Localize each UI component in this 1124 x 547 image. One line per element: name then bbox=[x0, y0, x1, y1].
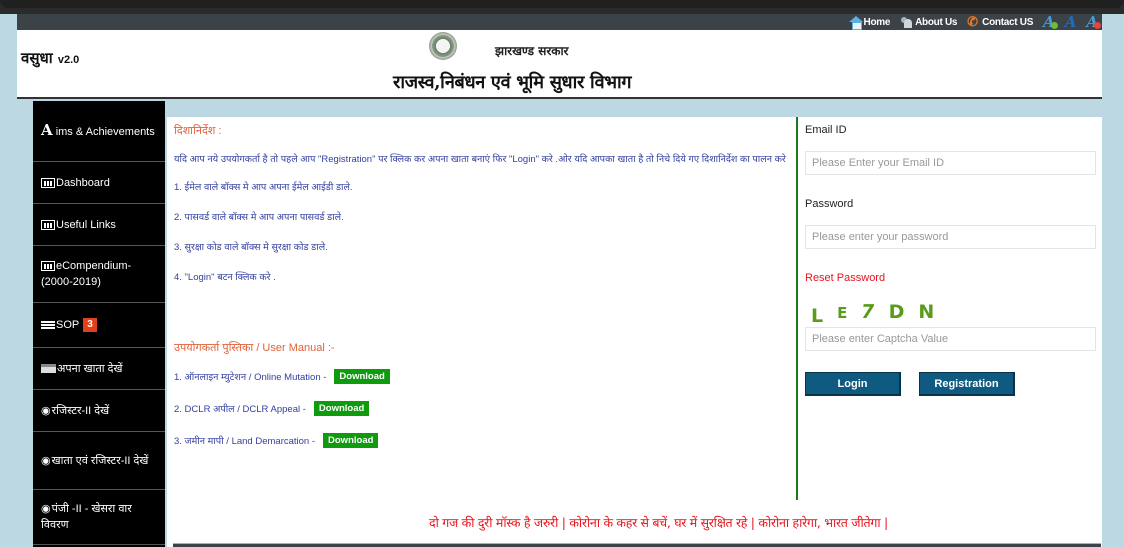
captcha-char: E bbox=[837, 304, 862, 322]
download-online-mutation-button[interactable]: Download bbox=[334, 369, 390, 384]
manual-label: 2. DCLR अपील / DCLR Appeal - bbox=[174, 404, 306, 415]
nav-home-link[interactable]: Home bbox=[848, 16, 891, 30]
manual-label: 1. ऑनलाइन म्युटेशन / Online Mutation - bbox=[174, 372, 327, 383]
password-label: Password bbox=[805, 198, 854, 210]
nav-about-label: About Us bbox=[915, 16, 958, 28]
sidebar-account-register-text: खाता एवं रजिस्टर-II देखें bbox=[51, 454, 149, 467]
browser-tab-strip bbox=[0, 0, 1124, 8]
download-dclr-appeal-button[interactable]: Download bbox=[313, 401, 370, 416]
sidebar-item-label: अपना खाता देखें bbox=[57, 362, 123, 375]
nav-home-label: Home bbox=[863, 16, 891, 28]
list-icon bbox=[41, 320, 55, 330]
font-normal-icon: A bbox=[1064, 13, 1077, 31]
nav-contact-label: Contact US bbox=[982, 16, 1034, 28]
sidebar-item-ecompendium[interactable]: eCompendium-(2000-2019) bbox=[33, 246, 165, 303]
instructions-heading: दिशानिर्देश : bbox=[174, 125, 222, 137]
font-decrease-button[interactable]: A bbox=[1086, 15, 1101, 30]
sidebar-item-label: ◉पंजी -II - खेसरा वार विवरण bbox=[41, 501, 157, 533]
instruction-step: 1. ईमेल वाले बॉक्स मे आप अपना ईमेल आईडी … bbox=[174, 182, 353, 193]
reset-password-link[interactable]: Reset Password bbox=[805, 272, 885, 284]
sidebar-item-label: eCompendium-(2000-2019) bbox=[41, 258, 157, 290]
sidebar-item-label: रजिस्टर-II देखें bbox=[51, 404, 110, 417]
login-button[interactable]: Login bbox=[805, 372, 901, 396]
chart-icon bbox=[41, 219, 55, 230]
sidebar-item-label: ◉खाता एवं रजिस्टर-II देखें bbox=[41, 453, 148, 469]
eye-icon: ◉ bbox=[41, 503, 51, 515]
instruction-step: 2. पासवर्ड वाले बॉक्स मे आप अपना पासवर्ड… bbox=[174, 212, 344, 223]
captcha-char: N bbox=[918, 301, 949, 323]
top-nav-bar: Home About Us ✆ Contact US A A A bbox=[17, 14, 1102, 30]
nav-about-link[interactable]: About Us bbox=[900, 16, 957, 28]
sidebar-item-label: Dashboard bbox=[56, 176, 110, 189]
department-title: राजस्व,निबंधन एवं भूमि सुधार विभाग bbox=[393, 72, 632, 93]
footer-bar bbox=[173, 543, 1101, 547]
registration-button[interactable]: Registration bbox=[919, 372, 1015, 396]
letter-a-icon: A bbox=[41, 121, 53, 139]
captcha-char: 7 bbox=[859, 301, 891, 323]
sidebar-item-dashboard[interactable]: Dashboard bbox=[33, 162, 165, 204]
manual-item-land-demarcation: 3. जमीन मापी / Land Demarcation - Downlo… bbox=[174, 433, 379, 448]
font-normal-button[interactable]: A bbox=[1064, 13, 1077, 31]
phone-icon: ✆ bbox=[967, 14, 978, 29]
sidebar-item-useful-links[interactable]: Useful Links bbox=[33, 204, 165, 246]
font-increase-button[interactable]: A bbox=[1043, 15, 1058, 30]
sidebar-item-label: A ims & Achievements bbox=[41, 122, 155, 140]
sidebar-item-account-register[interactable]: ◉खाता एवं रजिस्टर-II देखें bbox=[33, 432, 165, 490]
user-manual-heading: उपयोगकर्ता पुस्तिका / User Manual :- bbox=[174, 342, 335, 354]
email-label: Email ID bbox=[805, 124, 847, 136]
instruction-step: 4. "Login" बटन क्लिक करे . bbox=[174, 272, 276, 283]
users-icon bbox=[900, 16, 913, 28]
state-emblem-logo bbox=[429, 32, 457, 60]
sidebar-item-sop[interactable]: SOP 3 bbox=[33, 303, 165, 348]
manual-label: 3. जमीन मापी / Land Demarcation - bbox=[174, 436, 316, 447]
sidebar-item-view-register[interactable]: ◉ रजिस्टर-II देखें bbox=[33, 390, 165, 432]
instruction-step: 3. सुरक्षा कोड वाले बॉक्स मे सुरक्षा कोड… bbox=[174, 242, 328, 253]
eye-icon: ◉ bbox=[41, 454, 51, 467]
email-input[interactable] bbox=[805, 151, 1096, 175]
sidebar-item-khesra-details[interactable]: ◉पंजी -II - खेसरा वार विवरण bbox=[33, 490, 165, 545]
password-input[interactable] bbox=[805, 225, 1096, 249]
download-land-demarcation-button[interactable]: Download bbox=[323, 433, 379, 448]
captcha-image: LE7DN bbox=[811, 301, 949, 327]
site-header: वसुधा v2.0 झारखण्ड सरकार राजस्व,निबंधन ए… bbox=[17, 30, 1102, 99]
sidebar-item-view-account[interactable]: अपना खाता देखें bbox=[33, 348, 165, 390]
sidebar-item-aims[interactable]: A ims & Achievements bbox=[33, 101, 165, 162]
sidebar-menu: A ims & Achievements Dashboard Useful Li… bbox=[33, 101, 165, 547]
sop-count-badge: 3 bbox=[83, 318, 97, 332]
home-icon bbox=[848, 16, 863, 30]
captcha-char: D bbox=[888, 301, 919, 323]
government-name: झारखण्ड सरकार bbox=[495, 44, 569, 58]
vertical-divider bbox=[796, 117, 798, 500]
card-icon bbox=[41, 364, 56, 373]
captcha-input[interactable] bbox=[805, 327, 1096, 351]
plus-badge-icon bbox=[1050, 22, 1058, 29]
nav-contact-link[interactable]: ✆ Contact US bbox=[967, 14, 1034, 29]
browser-chrome bbox=[0, 0, 1124, 14]
main-content: दिशानिर्देश : यदि आप नये उपयोगकर्ता है त… bbox=[167, 117, 1102, 547]
sidebar-item-label: Useful Links bbox=[56, 218, 116, 231]
instructions-intro: यदि आप नये उपयोगकर्ता है तो पहले आप "Reg… bbox=[174, 154, 786, 165]
manual-item-online-mutation: 1. ऑनलाइन म्युटेशन / Online Mutation - D… bbox=[174, 369, 390, 384]
covid-notice-banner: दो गज की दुरी मॉस्क है जरुरी | कोरोना के… bbox=[429, 515, 888, 530]
manual-item-dclr-appeal: 2. DCLR अपील / DCLR Appeal - Download bbox=[174, 401, 370, 416]
minus-badge-icon bbox=[1094, 22, 1101, 29]
sidebar-aims-text: ims & Achievements bbox=[55, 126, 155, 138]
brand-name: वसुधा bbox=[21, 49, 53, 67]
captcha-char: L bbox=[811, 305, 838, 327]
brand-version: v2.0 bbox=[57, 54, 80, 66]
site-brand[interactable]: वसुधा v2.0 bbox=[21, 48, 79, 68]
sidebar-item-label: SOP bbox=[56, 319, 80, 331]
chart-icon bbox=[41, 261, 55, 272]
chart-icon bbox=[41, 177, 55, 188]
sidebar-khesra-text: पंजी -II - खेसरा वार विवरण bbox=[41, 503, 132, 531]
eye-icon: ◉ bbox=[41, 404, 51, 417]
instructions-section: दिशानिर्देश : यदि आप नये उपयोगकर्ता है त… bbox=[174, 123, 789, 300]
